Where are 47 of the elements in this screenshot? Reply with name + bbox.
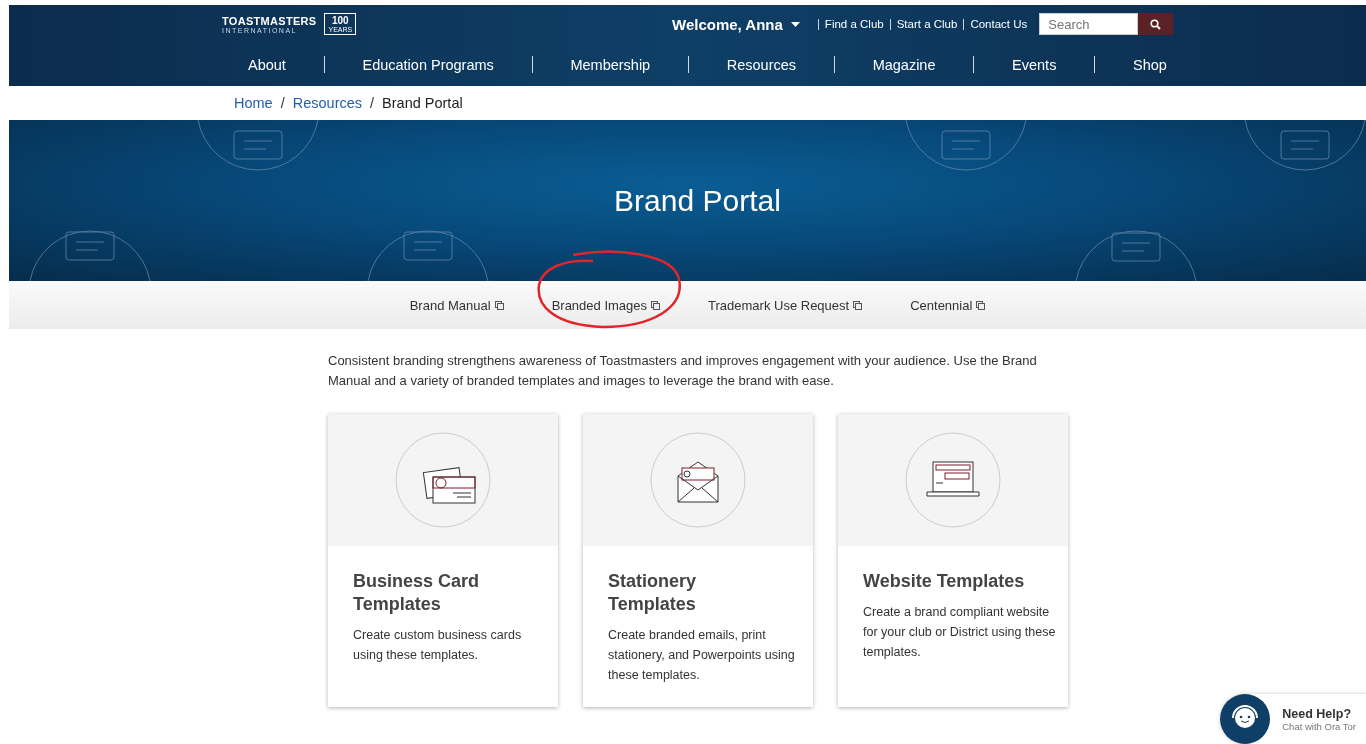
search-button[interactable]	[1138, 13, 1174, 35]
tab-link[interactable]: Branded Images	[551, 297, 661, 313]
card-title: Website Templates	[863, 570, 1026, 593]
external-link-icon	[494, 300, 504, 310]
search-icon	[1150, 18, 1162, 30]
breadcrumb-link[interactable]: Home	[234, 95, 273, 111]
nav-item[interactable]: Resources	[726, 56, 797, 73]
business-card-icon	[422, 467, 476, 504]
nav-item[interactable]: Magazine	[872, 56, 936, 73]
nav-item[interactable]: Membership	[570, 56, 651, 73]
nav-item[interactable]: Education Programs	[362, 56, 494, 73]
nav-item[interactable]: About	[248, 56, 286, 73]
external-link-icon	[976, 300, 986, 310]
template-card[interactable]: Website Templates Create a brand compliant website for your club or District using these templates.	[838, 414, 1068, 707]
card-description: Create custom business cards using these templates.	[353, 627, 523, 664]
card-title: Stationery Templates	[608, 570, 698, 616]
top-link[interactable]: Find a Club	[824, 18, 884, 30]
breadcrumb-separator: /	[280, 95, 285, 111]
caret-icon	[790, 21, 800, 27]
breadcrumb-separator: /	[370, 95, 375, 111]
welcome-menu[interactable]: Welcome, Anna	[672, 15, 800, 33]
card-description: Create a brand compliant website for your club or District using these templates.	[863, 604, 1056, 661]
search-field[interactable]: Search	[1039, 13, 1139, 35]
external-link-icon	[853, 300, 863, 310]
tab-link[interactable]: Centennial	[910, 297, 986, 313]
top-link[interactable]: Contact Us	[970, 18, 1028, 30]
envelope-icon	[677, 461, 719, 503]
page-title: Brand Portal	[614, 183, 781, 218]
tab-link[interactable]: Brand Manual	[409, 297, 504, 313]
chat-bot-icon	[1220, 694, 1271, 744]
chat-title: Need Help?	[1282, 706, 1352, 721]
tab-link[interactable]: Trademark Use Request	[708, 297, 863, 313]
template-card[interactable]: Stationery Templates Create branded emails, print stationery, and Powerpoints using these templates.	[583, 414, 813, 707]
nav-item[interactable]: Events	[1012, 56, 1057, 73]
card-title: Business Card Templates	[353, 570, 481, 616]
intro-text: Consistent branding strengthens awareness of Toastmasters and improves engagement with your audience. Use the Brand Manual and a variety of branded templates and images to leverage the brand with ease.	[328, 352, 1038, 390]
top-link[interactable]: Start a Club	[896, 18, 958, 30]
external-link-icon	[651, 300, 661, 310]
chat-subtitle: Chat with Ora Tor	[1282, 720, 1356, 732]
card-description: Create branded emails, print stationery, and Powerpoints using these templates.	[608, 627, 796, 684]
laptop-icon	[926, 461, 980, 497]
nav-item[interactable]: Shop	[1132, 56, 1167, 73]
breadcrumb-link[interactable]: Resources	[292, 95, 363, 111]
chat-widget[interactable]: Need Help? Chat with Ora Tor	[1220, 694, 1366, 744]
logo-text[interactable]: TOASTMASTERS	[222, 14, 317, 27]
template-card[interactable]: Business Card Templates Create custom business cards using these templates.	[328, 414, 558, 707]
current-page-label: Brand Portal	[382, 95, 463, 111]
